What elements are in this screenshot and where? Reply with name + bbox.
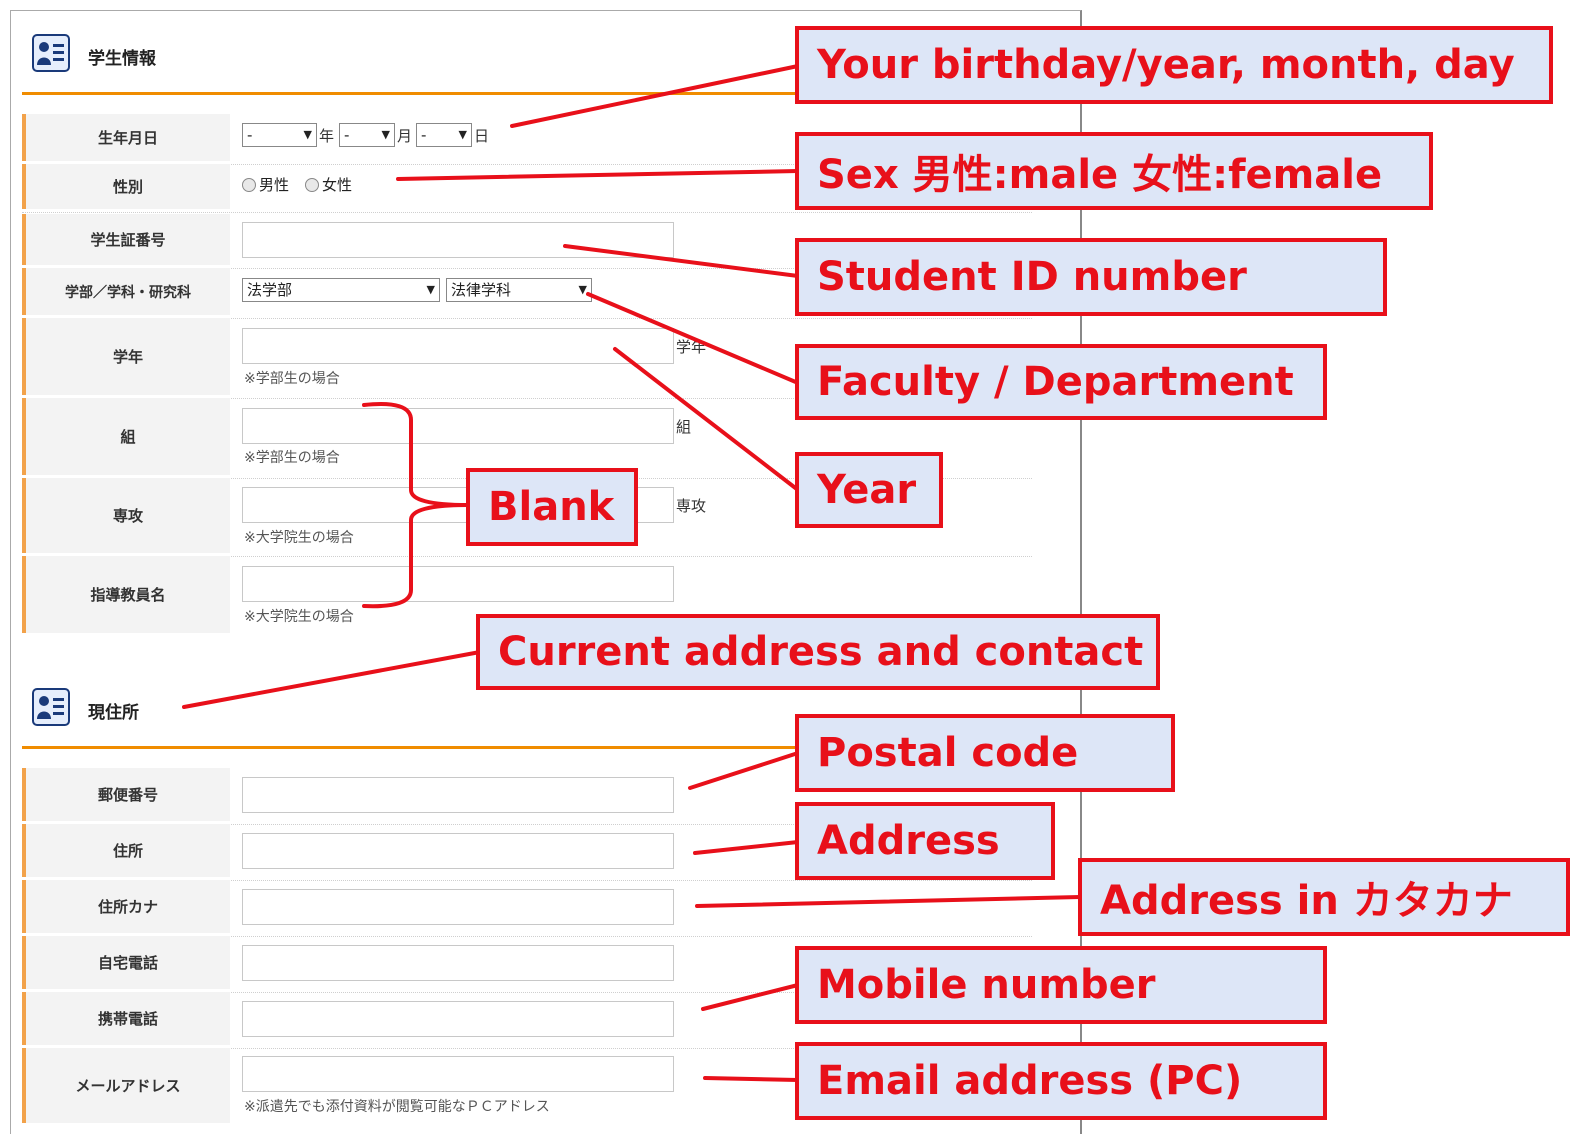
callout-email: Email address (PC) <box>795 1042 1327 1120</box>
callout-sex: Sex 男性:male 女性:female <box>795 132 1433 210</box>
callout-postal-code: Postal code <box>795 714 1175 792</box>
callout-faculty: Faculty / Department <box>795 344 1327 420</box>
callout-address: Address <box>795 802 1055 880</box>
callout-year: Year <box>795 452 943 528</box>
callout-student-id: Student ID number <box>795 238 1387 316</box>
callout-address-kana: Address in カタカナ <box>1078 858 1570 936</box>
callout-blank: Blank <box>466 468 638 546</box>
callout-mobile: Mobile number <box>795 946 1327 1024</box>
callout-birthday: Your birthday/year, month, day <box>795 26 1553 104</box>
callout-current-address: Current address and contact <box>476 614 1160 690</box>
